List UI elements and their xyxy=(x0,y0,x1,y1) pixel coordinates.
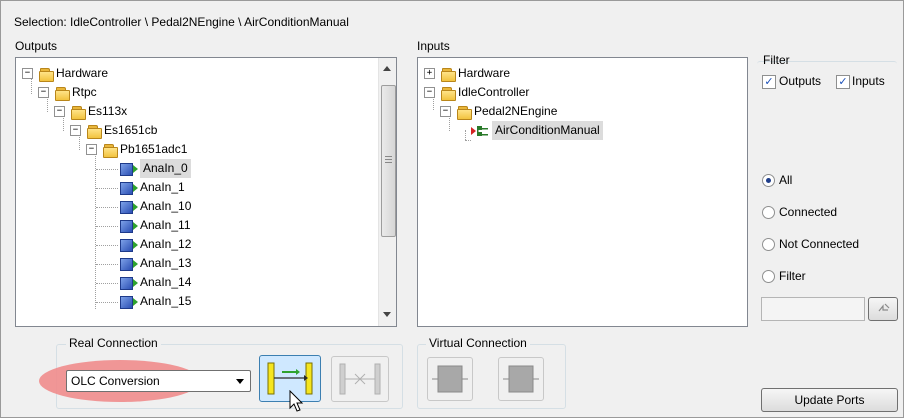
update-ports-button[interactable]: Update Ports xyxy=(761,388,898,412)
folder-icon xyxy=(38,67,54,82)
collapse-icon[interactable]: − xyxy=(86,144,97,155)
inputs-title: Inputs xyxy=(417,39,450,53)
outputs-tree-item-label: AnaIn_13 xyxy=(140,256,192,270)
radio-connected[interactable] xyxy=(762,206,775,219)
chevron-down-icon xyxy=(236,379,244,384)
mouse-cursor-icon xyxy=(289,389,305,417)
output-port-icon xyxy=(120,295,138,309)
inputs-checkbox-label: Inputs xyxy=(852,74,885,88)
outputs-checkbox-label: Outputs xyxy=(779,74,822,88)
filter-apply-icon xyxy=(878,303,890,312)
output-port-icon xyxy=(120,219,138,233)
radio-filter[interactable] xyxy=(762,270,775,283)
outputs-tree-item-label: AnaIn_0 xyxy=(140,159,191,178)
inputs-tree-item-label: AirConditionManual xyxy=(492,121,603,140)
outputs-tree-item-anain-13[interactable]: AnaIn_13 xyxy=(16,254,396,273)
filter-title: Filter xyxy=(763,53,790,67)
folder-icon xyxy=(440,67,456,82)
outputs-tree-item-rtpc[interactable]: − Rtpc xyxy=(16,83,396,102)
inputs-checkbox[interactable]: ✓ xyxy=(836,75,850,89)
radio-all[interactable] xyxy=(762,174,775,187)
folder-icon xyxy=(70,105,86,120)
folder-icon xyxy=(86,124,102,139)
real-connection-select[interactable]: OLC Conversion xyxy=(66,370,251,392)
outputs-tree-item-hardware[interactable]: − Hardware xyxy=(16,64,396,83)
selection-path: Selection: IdleController \ Pedal2NEngin… xyxy=(14,15,349,29)
folder-icon xyxy=(54,86,70,101)
radio-all-label: All xyxy=(779,173,793,187)
outputs-tree-item-es113x[interactable]: − Es113x xyxy=(16,102,396,121)
outputs-tree-item-label: AnaIn_1 xyxy=(140,180,185,194)
outputs-checkbox[interactable]: ✓ xyxy=(762,75,776,89)
virtual-connection-title: Virtual Connection xyxy=(426,336,530,350)
input-port-icon xyxy=(471,126,488,136)
collapse-icon[interactable]: − xyxy=(70,125,81,136)
real-connection-select-value: OLC Conversion xyxy=(71,374,160,388)
collapse-icon[interactable]: − xyxy=(22,68,33,79)
outputs-tree-item-anain-11[interactable]: AnaIn_11 xyxy=(16,216,396,235)
outputs-tree-item-label: AnaIn_15 xyxy=(140,294,192,308)
radio-connected-label: Connected xyxy=(779,205,838,219)
outputs-tree-item-label: Pb1651adc1 xyxy=(120,142,188,156)
real-connection-title: Real Connection xyxy=(66,336,161,350)
outputs-tree-item-es1651cb[interactable]: − Es1651cb xyxy=(16,121,396,140)
filter-group xyxy=(757,61,897,127)
outputs-tree-item-label: Rtpc xyxy=(72,85,97,99)
outputs-tree-item-label: AnaIn_14 xyxy=(140,275,192,289)
output-port-icon xyxy=(120,200,138,214)
outputs-tree-item-label: Hardware xyxy=(56,66,109,80)
virtual-connect-icon xyxy=(432,365,468,393)
virtual-disconnect-button[interactable] xyxy=(498,357,544,401)
outputs-tree-item-anain-14[interactable]: AnaIn_14 xyxy=(16,273,396,292)
outputs-tree-item-anain-15[interactable]: AnaIn_15 xyxy=(16,292,396,311)
inputs-tree-item-pedal2nengine[interactable]: − Pedal2NEngine xyxy=(418,102,747,121)
collapse-icon[interactable]: − xyxy=(54,106,65,117)
output-port-icon xyxy=(120,238,138,252)
apply-filter-button[interactable] xyxy=(868,297,898,321)
disconnect-icon xyxy=(339,363,381,395)
folder-icon xyxy=(102,143,118,158)
inputs-tree[interactable]: + Hardware − IdleController − Pedal2NEngine Ai… xyxy=(417,57,748,327)
output-port-icon xyxy=(120,257,138,271)
outputs-tree-item-label: AnaIn_11 xyxy=(140,218,191,232)
radio-not-connected-label: Not Connected xyxy=(779,237,860,251)
outputs-tree-item-label: AnaIn_10 xyxy=(140,199,192,213)
inputs-tree-item-idlecontroller[interactable]: − IdleController xyxy=(418,83,747,102)
inputs-tree-item-label: Pedal2NEngine xyxy=(474,104,558,118)
folder-icon xyxy=(440,86,456,101)
collapse-icon[interactable]: − xyxy=(424,87,435,98)
outputs-tree-item-label: AnaIn_12 xyxy=(140,237,192,251)
outputs-tree[interactable]: − Hardware − Rtpc − Es113x − Es1651cb − Pb1651adc… xyxy=(15,57,397,327)
output-port-icon xyxy=(120,162,138,176)
outputs-tree-item-anain-0[interactable]: AnaIn_0 xyxy=(16,159,396,178)
filter-text-input[interactable] xyxy=(761,297,865,321)
inputs-tree-item-label: IdleController xyxy=(458,85,530,99)
radio-not-connected[interactable] xyxy=(762,238,775,251)
virtual-connect-button[interactable] xyxy=(427,357,473,401)
outputs-tree-item-anain-1[interactable]: AnaIn_1 xyxy=(16,178,396,197)
inputs-tree-item-label: Hardware xyxy=(458,66,511,80)
folder-icon xyxy=(456,105,472,120)
expand-icon[interactable]: + xyxy=(424,68,435,79)
output-port-icon xyxy=(120,276,138,290)
radio-filter-label: Filter xyxy=(779,269,806,283)
collapse-icon[interactable]: − xyxy=(38,87,49,98)
inputs-tree-item-airconditionmanual[interactable]: AirConditionManual xyxy=(418,121,747,140)
collapse-icon[interactable]: − xyxy=(440,106,451,117)
outputs-tree-item-anain-12[interactable]: AnaIn_12 xyxy=(16,235,396,254)
disconnect-button[interactable] xyxy=(331,356,389,402)
output-port-icon xyxy=(120,181,138,195)
outputs-title: Outputs xyxy=(15,39,58,53)
outputs-tree-item-pb1651adc1[interactable]: − Pb1651adc1 xyxy=(16,140,396,159)
outputs-tree-item-anain-10[interactable]: AnaIn_10 xyxy=(16,197,396,216)
inputs-tree-item-hardware[interactable]: + Hardware xyxy=(418,64,747,83)
outputs-tree-item-label: Es113x xyxy=(88,104,128,118)
scroll-down-icon[interactable] xyxy=(383,312,391,317)
virtual-disconnect-icon xyxy=(503,365,539,393)
outputs-tree-item-label: Es1651cb xyxy=(104,123,158,137)
